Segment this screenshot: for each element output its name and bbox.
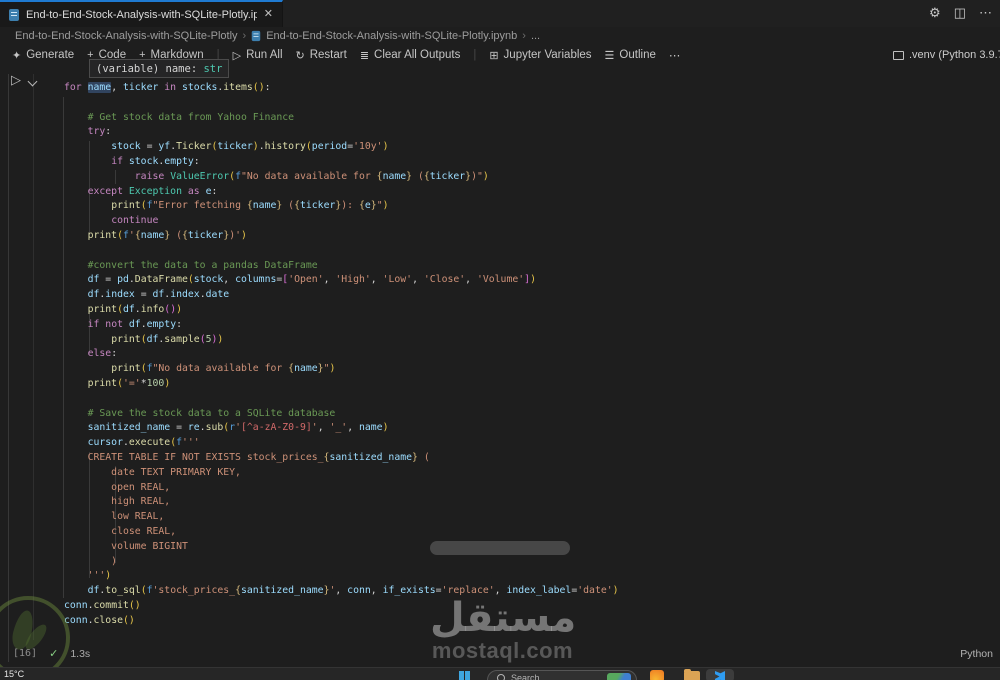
code-line: #convert the data to a pandas DataFrame	[64, 259, 318, 271]
code-line: raise ValueError(f"No data available for…	[134, 170, 489, 182]
code-line: conn.commit()	[64, 599, 141, 611]
start-button-icon[interactable]	[459, 671, 470, 680]
search-label: Search	[511, 673, 540, 680]
code-line: print(df.info())	[87, 303, 183, 315]
editor-actions: ⚙ ◫ ⋯	[929, 5, 992, 21]
clear-outputs-icon: ≣	[359, 49, 370, 62]
toolbar-separator: |	[473, 49, 477, 61]
taskbar-app-icon[interactable]	[650, 670, 664, 680]
code-line: else:	[87, 348, 118, 360]
code-line: cursor.execute(f'''	[87, 437, 200, 449]
code-line: # Get stock data from Yahoo Finance	[64, 111, 295, 123]
tab-title: End-to-End-Stock-Analysis-with-SQLite-Pl…	[26, 8, 257, 21]
notebook-cell: ▷ for name, ticker in stocks.items(): # …	[0, 66, 1000, 668]
code-line: volume BIGINT	[64, 540, 188, 552]
code-line: df.to_sql(f'stock_prices_{sanitized_name…	[87, 585, 619, 597]
breadcrumb-folder[interactable]: End-to-End-Stock-Analysis-with-SQLite-Pl…	[15, 30, 238, 42]
code-line: conn.close()	[64, 614, 135, 626]
cell-focus-border	[8, 74, 9, 662]
hover-tooltip: (variable) name: str	[89, 59, 230, 78]
code-line: if not df.empty:	[87, 318, 183, 330]
windows-taskbar: 15°C Search	[0, 667, 1000, 680]
run-all-button[interactable]: ▷ Run All	[233, 49, 283, 62]
weather-temperature[interactable]: 15°C	[4, 669, 24, 679]
code-line: if stock.empty:	[111, 155, 200, 167]
code-line: print(df.sample(5))	[111, 333, 224, 345]
breadcrumb: End-to-End-Stock-Analysis-with-SQLite-Pl…	[0, 27, 1000, 44]
code-line: open REAL,	[64, 481, 171, 493]
folder-icon[interactable]	[684, 669, 700, 680]
kernel-label: .venv (Python 3.9.7	[909, 49, 1000, 61]
code-line: print(f'{name} ({ticker})')	[87, 229, 247, 241]
execution-count: [16]	[13, 648, 38, 659]
code-line: CREATE TABLE IF NOT EXISTS stock_prices_…	[64, 451, 430, 463]
code-line: # Save the stock data to a SQLite databa…	[64, 407, 336, 419]
taskbar-search-box[interactable]: Search	[487, 670, 637, 680]
tooltip-type: str	[203, 62, 223, 75]
variables-icon: ⊞	[489, 49, 499, 62]
code-line: df = pd.DataFrame(stock, columns=['Open'…	[87, 274, 536, 286]
code-line: sanitized_name = re.sub(r'[^a-zA-Z0-9]',…	[87, 422, 389, 434]
kernel-picker[interactable]: .venv (Python 3.9.7	[893, 44, 1000, 66]
cell-language-picker[interactable]: Python	[960, 648, 993, 660]
gear-icon[interactable]: ⚙	[929, 5, 941, 21]
run-options-chevron-icon[interactable]	[27, 76, 38, 87]
toolbar-more-button[interactable]: ⋯	[669, 48, 681, 62]
search-icon	[497, 674, 505, 680]
taskbar-vscode-button[interactable]	[706, 669, 734, 680]
restart-kernel-button[interactable]: ↻ Restart	[296, 49, 347, 62]
restart-icon: ↻	[295, 49, 305, 62]
execution-duration: 1.3s	[70, 647, 91, 660]
code-line: date TEXT PRIMARY KEY,	[64, 466, 241, 478]
chevron-right-icon: ›	[242, 29, 247, 42]
breadcrumb-collapsed[interactable]: ...	[531, 30, 540, 42]
more-icon: ⋯	[668, 50, 681, 62]
code-line: ''')	[64, 570, 112, 582]
code-line: continue	[111, 215, 159, 227]
code-line: df.index = df.index.date	[87, 289, 230, 301]
code-line: low REAL,	[64, 511, 165, 523]
tab-notebook[interactable]: End-to-End-Stock-Analysis-with-SQLite-Pl…	[0, 0, 283, 27]
split-editor-icon[interactable]: ◫	[954, 5, 966, 21]
breadcrumb-file[interactable]: End-to-End-Stock-Analysis-with-SQLite-Pl…	[266, 30, 517, 42]
clear-all-outputs-button[interactable]: ≣ Clear All Outputs	[360, 49, 461, 62]
tab-close-icon[interactable]: ✕	[264, 9, 273, 20]
more-actions-icon[interactable]: ⋯	[979, 5, 992, 21]
search-highlight-thumbnail	[607, 673, 631, 680]
cell-status-bar: [16] ✓ 1.3s	[13, 647, 91, 661]
vscode-icon	[715, 671, 725, 680]
code-line: print(f"Error fetching {name} ({ticker})…	[111, 200, 389, 212]
code-line: print(f"No data available for {name}")	[111, 363, 336, 375]
code-line: )	[64, 555, 118, 567]
code-line: high REAL,	[64, 496, 171, 508]
notebook-file-icon	[251, 30, 261, 41]
code-line: except Exception as e:	[87, 185, 218, 197]
run-cell-button[interactable]: ▷	[11, 72, 21, 88]
code-line: try:	[87, 126, 112, 138]
code-line: stock = yf.Ticker(ticker).history(period…	[111, 141, 389, 153]
generate-button[interactable]: ✦ Generate	[12, 49, 74, 62]
vscode-window: End-to-End-Stock-Analysis-with-SQLite-Pl…	[0, 0, 1000, 680]
notebook-file-icon	[9, 8, 19, 21]
code-line: close REAL,	[64, 525, 177, 537]
success-check-icon: ✓	[49, 648, 59, 660]
sparkle-icon: ✦	[12, 49, 22, 62]
outline-icon: ☰	[604, 49, 615, 62]
code-editor[interactable]: for name, ticker in stocks.items(): # Ge…	[64, 81, 619, 628]
jupyter-variables-button[interactable]: ⊞ Jupyter Variables	[489, 49, 591, 62]
chevron-right-icon: ›	[522, 29, 526, 42]
code-line: for name, ticker in stocks.items():	[64, 82, 271, 93]
cell-editor-border	[33, 74, 34, 640]
editor-tab-bar: End-to-End-Stock-Analysis-with-SQLite-Pl…	[0, 0, 1000, 27]
code-line: print('='*100)	[87, 377, 171, 389]
kernel-icon	[893, 50, 904, 60]
run-all-icon: ▷	[232, 49, 242, 62]
outline-button[interactable]: ☰ Outline	[605, 49, 656, 62]
